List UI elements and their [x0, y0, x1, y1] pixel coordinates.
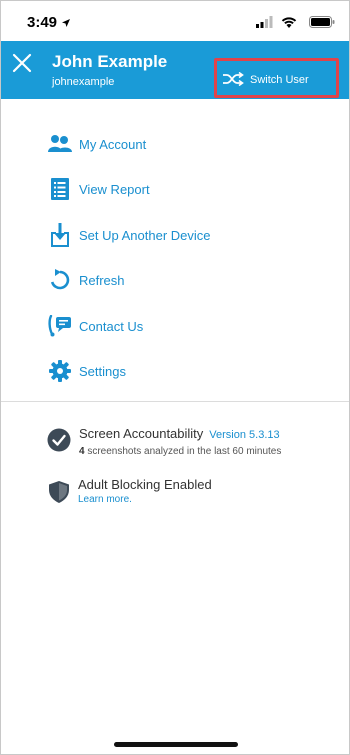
section-divider	[1, 401, 349, 402]
menu-item-my-account[interactable]: My Account	[47, 131, 146, 157]
users-icon	[47, 132, 73, 156]
contact-icon	[47, 314, 73, 338]
user-handle: johnexample	[52, 76, 115, 88]
menu-item-refresh[interactable]: Refresh	[47, 267, 125, 293]
menu-item-view-report[interactable]: View Report	[47, 176, 150, 202]
gear-icon	[47, 359, 73, 383]
close-icon[interactable]	[11, 52, 33, 74]
menu-item-label: Refresh	[79, 272, 125, 288]
home-indicator[interactable]	[114, 742, 238, 747]
app-version: Version 5.3.13	[209, 429, 280, 441]
user-name: John Example	[52, 52, 168, 71]
screenshot-count-detail: screenshots analyzed in the last 60 minu…	[87, 446, 282, 457]
shield-icon	[49, 481, 69, 508]
status-bar: 3:49	[1, 1, 349, 41]
status-title: Screen Accountability	[79, 426, 204, 441]
status-time: 3:49	[27, 14, 58, 31]
menu-item-label: Settings	[79, 363, 126, 379]
app-screen: 3:49 John Example johnexample Switch Use…	[0, 0, 350, 755]
cellular-signal-icon	[256, 15, 273, 33]
battery-icon	[309, 15, 335, 33]
account-header: John Example johnexample Switch User	[1, 41, 349, 99]
learn-more-link[interactable]: Learn more.	[78, 494, 212, 505]
menu-item-label: Set Up Another Device	[79, 227, 211, 243]
menu-item-label: View Report	[79, 181, 150, 197]
refresh-icon	[47, 268, 73, 292]
check-circle-icon	[47, 428, 71, 457]
location-arrow-icon	[61, 15, 71, 33]
screenshot-count-text: 4 screenshots analyzed in the last 60 mi…	[79, 446, 281, 457]
report-icon	[47, 177, 73, 201]
menu-item-label: My Account	[79, 136, 147, 152]
menu-item-label: Contact Us	[79, 318, 144, 334]
switch-user-button[interactable]: Switch User	[222, 71, 309, 89]
status-title: Adult Blocking Enabled	[78, 477, 212, 492]
shuffle-icon	[222, 71, 250, 89]
menu-item-contact-us[interactable]: Contact Us	[47, 313, 143, 339]
screenshot-count: 4	[79, 446, 85, 457]
wifi-icon	[281, 15, 297, 33]
menu-item-settings[interactable]: Settings	[47, 358, 126, 384]
download-icon	[47, 223, 73, 247]
switch-user-label: Switch User	[250, 74, 309, 86]
menu-item-set-up-device[interactable]: Set Up Another Device	[47, 222, 211, 248]
